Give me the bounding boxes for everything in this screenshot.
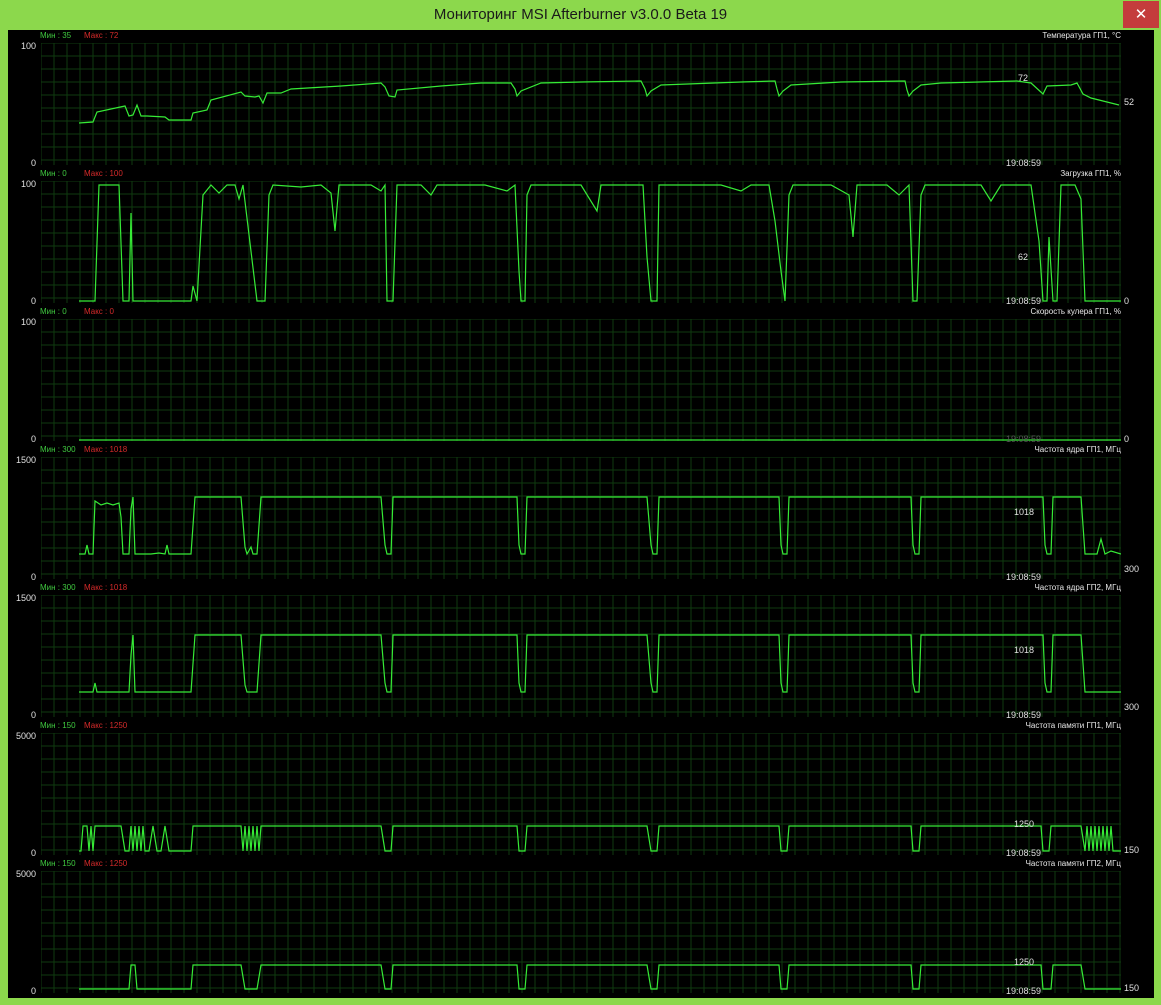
graph-title: Загрузка ГП1, %: [1060, 169, 1121, 178]
min-label: Мин : 300: [40, 445, 76, 454]
max-label: Макс : 1250: [84, 721, 128, 730]
axis-bottom: 0: [30, 572, 36, 582]
grid: [41, 733, 1121, 855]
plot-svg: [41, 181, 1121, 303]
max-label: Макс : 0: [84, 307, 114, 316]
plot-area: [41, 43, 1121, 165]
current-value: 150: [1124, 983, 1140, 993]
min-label: Мин : 300: [40, 583, 76, 592]
axis-top: 100: [20, 317, 36, 327]
graph-gpu1-memory-clock[interactable]: Мин : 150 Макс : 1250 Частота памяти ГП1…: [8, 720, 1154, 858]
marker-value: 1018: [1014, 645, 1035, 655]
time-label: 19:08:59: [1006, 986, 1042, 996]
marker-value: 1250: [1014, 957, 1035, 967]
graph-gpu1-core-clock[interactable]: Мин : 300 Макс : 1018 Частота ядра ГП1, …: [8, 444, 1154, 582]
current-value: 0: [1124, 296, 1130, 306]
min-label: Мин : 0: [40, 169, 67, 178]
time-label: 19:08:59: [1006, 848, 1042, 858]
max-label: Макс : 1018: [84, 445, 128, 454]
current-value: 150: [1124, 845, 1140, 855]
plot-area: [41, 595, 1121, 717]
graph-gpu2-memory-clock[interactable]: Мин : 150 Макс : 1250 Частота памяти ГП2…: [8, 858, 1154, 996]
current-value: 0: [1124, 434, 1130, 444]
axis-bottom: 0: [30, 986, 36, 996]
time-label: 19:08:59: [1006, 296, 1042, 306]
plot-area: [41, 319, 1121, 441]
plot-area: [41, 181, 1121, 303]
current-value: 300: [1124, 702, 1140, 712]
grid: [41, 457, 1121, 579]
graph-title: Частота ядра ГП2, МГц: [1034, 583, 1121, 592]
time-label: 19:08:59: [1006, 434, 1042, 444]
plot-svg: [41, 319, 1121, 441]
grid: [41, 595, 1121, 717]
axis-bottom: 0: [30, 296, 36, 306]
min-label: Мин : 150: [40, 859, 76, 868]
graph-gpu2-core-clock[interactable]: Мин : 300 Макс : 1018 Частота ядра ГП2, …: [8, 582, 1154, 720]
plot-svg: [41, 733, 1121, 855]
axis-top: 100: [20, 179, 36, 189]
plot-area: [41, 457, 1121, 579]
graph-title: Частота памяти ГП2, МГц: [1025, 859, 1121, 868]
graph-title: Частота памяти ГП1, МГц: [1025, 721, 1121, 730]
min-label: Мин : 150: [40, 721, 76, 730]
axis-bottom: 0: [30, 158, 36, 168]
marker-value: 62: [1018, 252, 1029, 262]
max-label: Макс : 72: [84, 31, 119, 40]
grid: [41, 319, 1121, 441]
data-trace: [78, 80, 1120, 124]
grid: [41, 871, 1121, 993]
close-button[interactable]: ✕: [1123, 1, 1159, 28]
marker-value: 1018: [1014, 507, 1035, 517]
plot-area: [41, 871, 1121, 993]
max-label: Макс : 100: [84, 169, 123, 178]
min-label: Мин : 35: [40, 31, 72, 40]
graph-title: Температура ГП1, °С: [1042, 31, 1121, 40]
marker-value: 1250: [1014, 819, 1035, 829]
max-label: Макс : 1018: [84, 583, 128, 592]
window-title: Мониторинг MSI Afterburner v3.0.0 Beta 1…: [433, 6, 728, 23]
plot-svg: [41, 457, 1121, 579]
time-label: 19:08:59: [1006, 158, 1042, 168]
plot-svg: [41, 871, 1121, 993]
marker-value: 72: [1018, 73, 1029, 83]
axis-bottom: 0: [30, 434, 36, 444]
axis-top: 1500: [15, 593, 36, 603]
time-label: 19:08:59: [1006, 710, 1042, 720]
graph-title: Частота ядра ГП1, МГц: [1034, 445, 1121, 454]
min-label: Мин : 0: [40, 307, 67, 316]
graph-gpu1-load[interactable]: Мин : 0 Макс : 100 Загрузка ГП1, % 100 0…: [8, 168, 1154, 306]
max-label: Макс : 1250: [84, 859, 128, 868]
graph-title: Скорость кулера ГП1, %: [1030, 307, 1121, 316]
title-bar[interactable]: Мониторинг MSI Afterburner v3.0.0 Beta 1…: [0, 0, 1161, 30]
grid: [41, 43, 1121, 165]
axis-bottom: 0: [30, 710, 36, 720]
axis-top: 5000: [15, 869, 36, 879]
graph-gpu1-fan-speed[interactable]: Мин : 0 Макс : 0 Скорость кулера ГП1, % …: [8, 306, 1154, 444]
plot-svg: [41, 43, 1121, 165]
current-value: 300: [1124, 564, 1140, 574]
graph-gpu1-temperature[interactable]: Мин : 35 Макс : 72 Температура ГП1, °С 1…: [8, 30, 1154, 168]
plot-svg: [41, 595, 1121, 717]
axis-bottom: 0: [30, 848, 36, 858]
axis-top: 100: [20, 41, 36, 51]
current-value: 52: [1124, 97, 1135, 107]
monitoring-panel: Мин : 35 Макс : 72 Температура ГП1, °С 1…: [8, 30, 1154, 998]
axis-top: 1500: [15, 455, 36, 465]
plot-area: [41, 733, 1121, 855]
axis-top: 5000: [15, 731, 36, 741]
time-label: 19:08:59: [1006, 572, 1042, 582]
